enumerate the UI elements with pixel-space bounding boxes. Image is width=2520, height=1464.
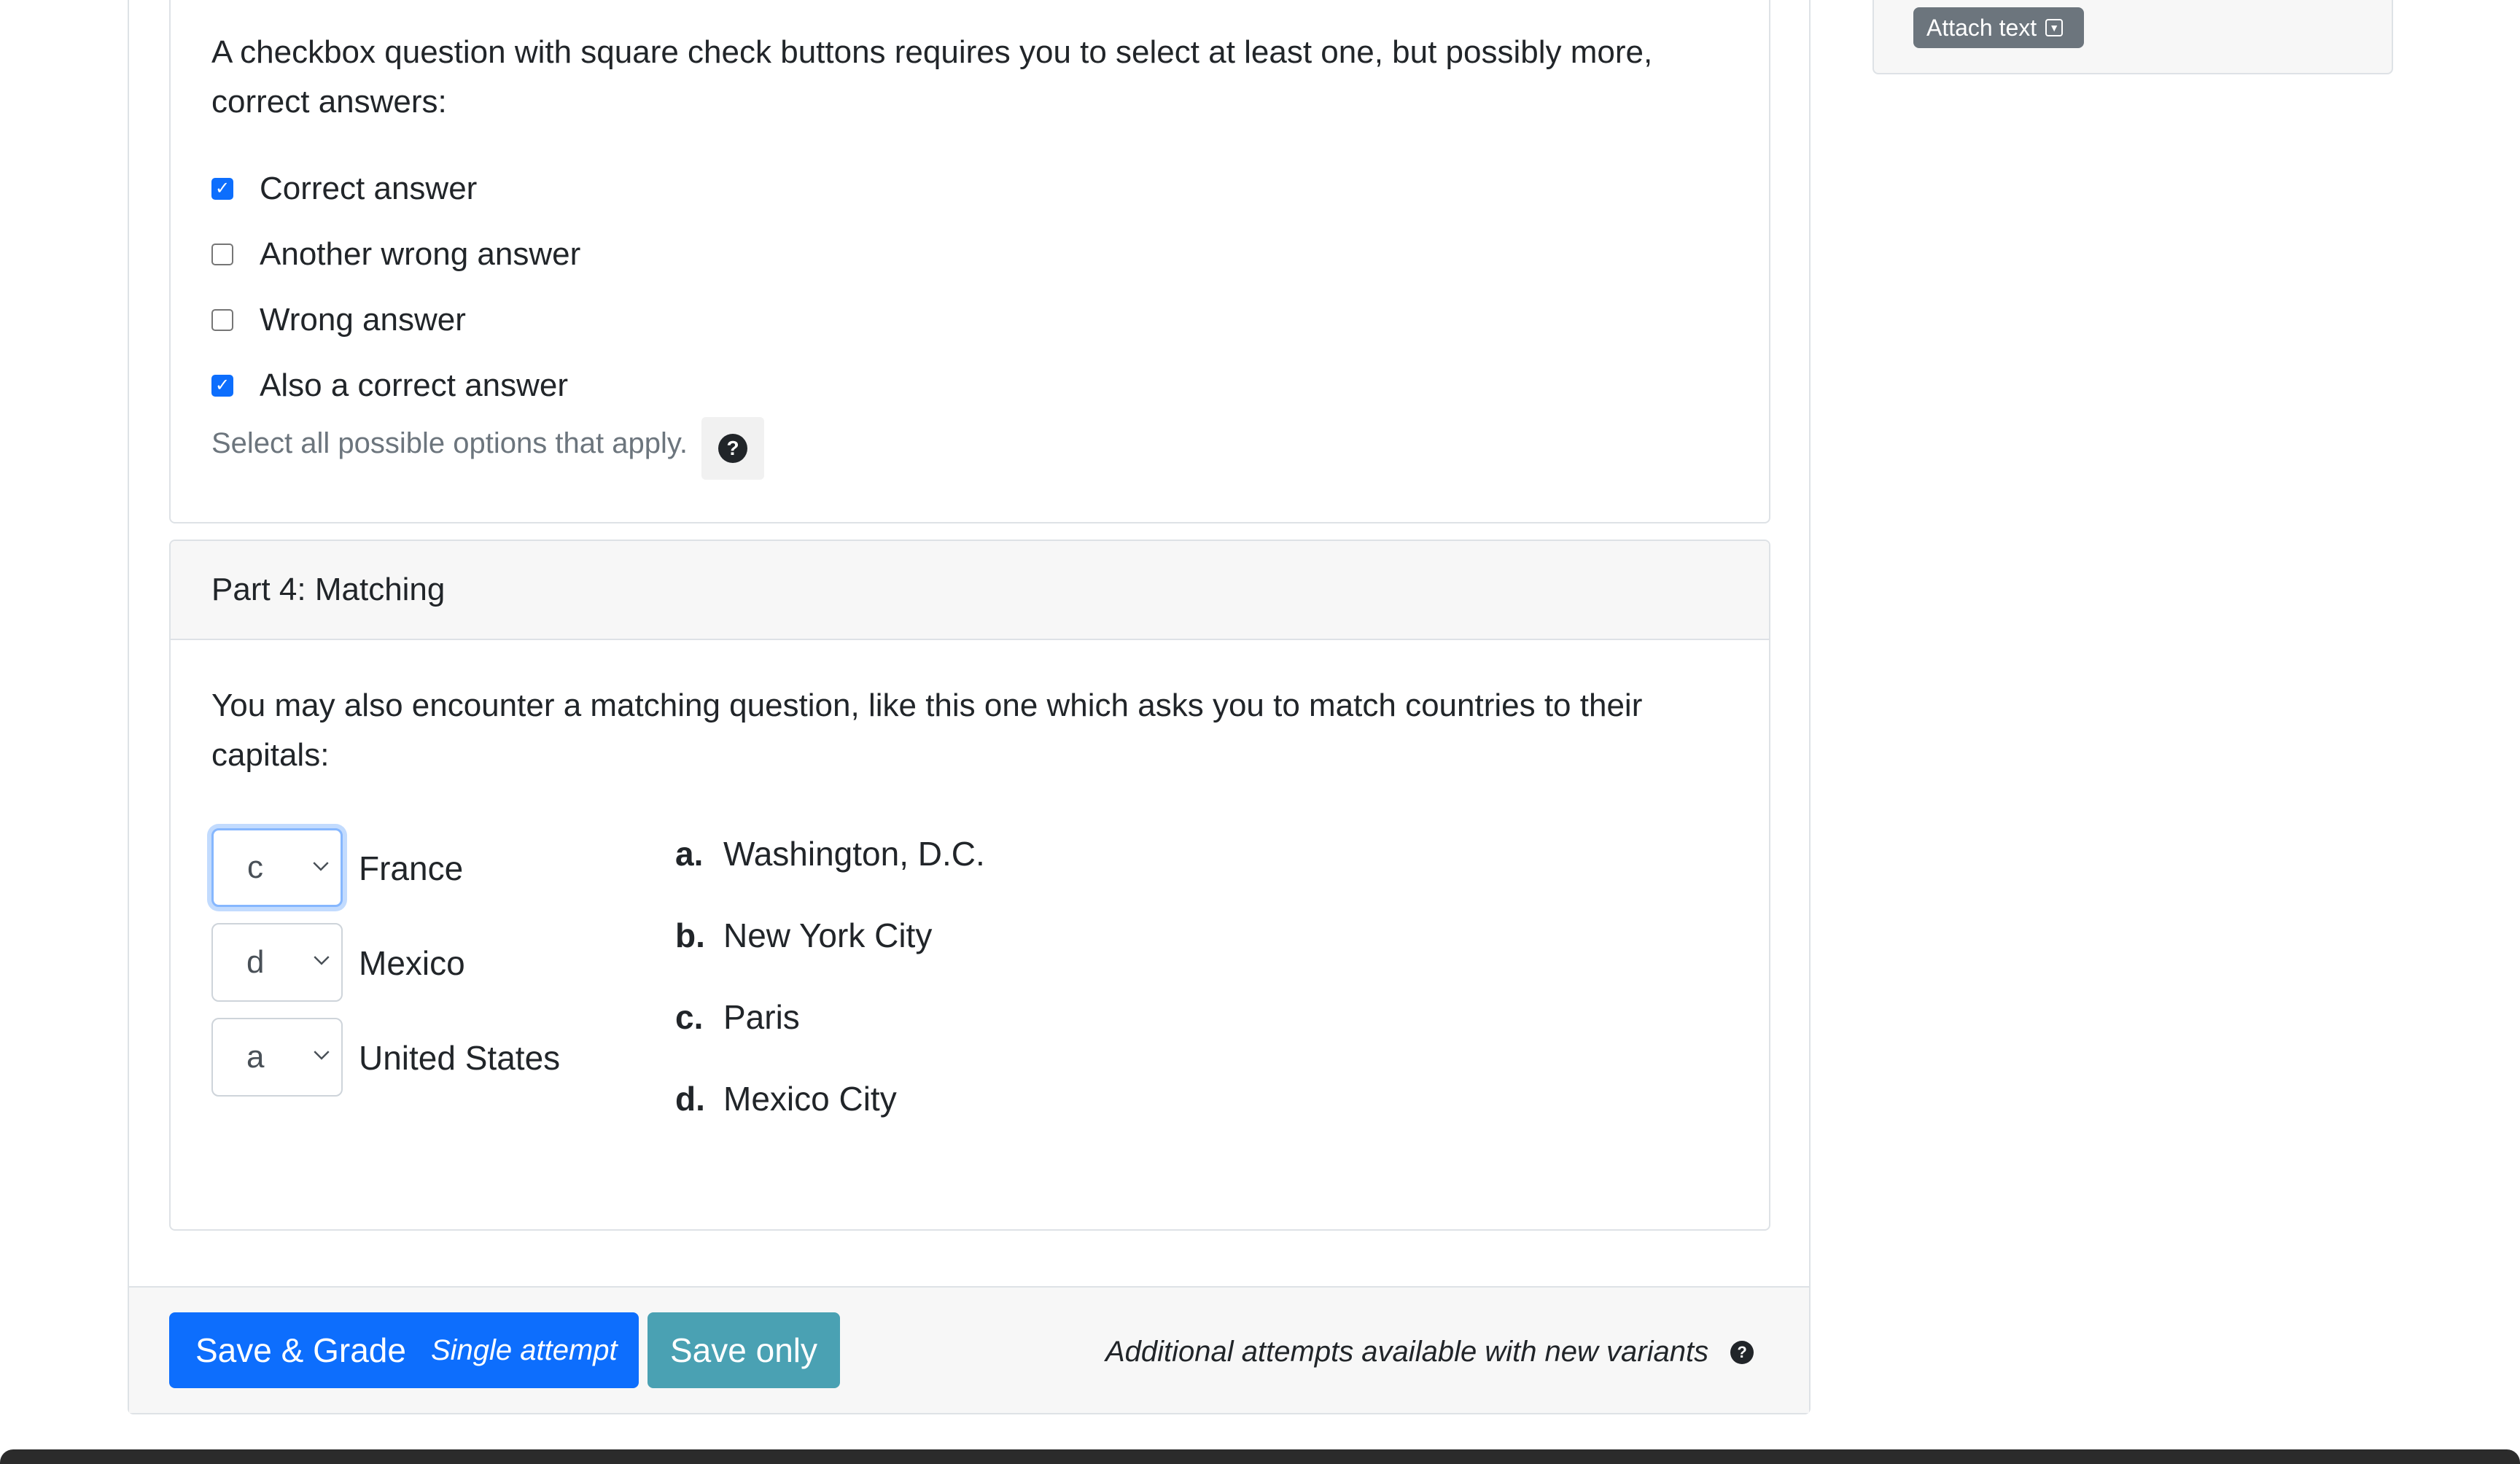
window-bottom-edge xyxy=(0,1449,2520,1464)
match-choice: c. Paris xyxy=(675,997,800,1037)
checkbox-unchecked[interactable] xyxy=(211,309,233,331)
checkbox-option-label: Wrong answer xyxy=(260,302,466,338)
checkbox-question-text: A checkbox question with square check bu… xyxy=(211,34,1653,120)
choice-text: Washington, D.C. xyxy=(723,835,985,873)
save-grade-sublabel: Single attempt xyxy=(430,1333,618,1366)
save-grade-label: Save & Grade xyxy=(195,1331,406,1369)
match-choice: b. New York City xyxy=(675,916,932,955)
checkbox-option-label: Also a correct answer xyxy=(260,367,569,403)
match-select-united-states[interactable]: a xyxy=(211,1018,343,1097)
question-circle-icon: ? xyxy=(718,434,747,463)
choice-text: New York City xyxy=(723,916,933,954)
help-button[interactable]: ? xyxy=(701,417,764,480)
save-only-button[interactable]: Save only xyxy=(648,1312,840,1388)
choice-key: a. xyxy=(675,835,704,873)
select-value: a xyxy=(246,1039,265,1075)
checkbox-checked[interactable] xyxy=(211,375,233,397)
match-choice: a. Washington, D.C. xyxy=(675,834,985,873)
part-title: Part 4: Matching xyxy=(171,541,1769,640)
select-value: d xyxy=(246,944,265,980)
checkbox-option-label: Correct answer xyxy=(260,171,478,206)
matching-question-text: You may also encounter a matching questi… xyxy=(211,688,1643,773)
checkbox-option[interactable]: Also a correct answer xyxy=(211,367,568,404)
match-select-mexico[interactable]: d xyxy=(211,923,343,1002)
checkbox-option-label: Another wrong answer xyxy=(260,236,581,272)
checkbox-checked[interactable] xyxy=(211,178,233,200)
attach-text-label: Attach text xyxy=(1926,14,2037,41)
attempts-info: Additional attempts available with new v… xyxy=(1105,1336,1754,1368)
country-label: United States xyxy=(359,1039,561,1077)
choice-text: Paris xyxy=(723,998,800,1036)
country-label: France xyxy=(359,849,464,887)
chevron-down-icon xyxy=(314,1051,330,1060)
checkbox-unchecked[interactable] xyxy=(211,244,233,265)
choice-key: b. xyxy=(675,916,705,954)
choice-key: c. xyxy=(675,998,704,1036)
checkbox-option[interactable]: Another wrong answer xyxy=(211,236,580,273)
match-choice: d. Mexico City xyxy=(675,1079,897,1118)
attempts-text: Additional attempts available with new v… xyxy=(1105,1336,1709,1368)
checkbox-option[interactable]: Correct answer xyxy=(211,171,477,207)
checkbox-help-text: Select all possible options that apply. xyxy=(211,427,688,459)
match-select-france[interactable]: c xyxy=(211,828,343,907)
attach-text-button[interactable]: Attach text ▼ xyxy=(1913,7,2084,48)
chevron-down-icon xyxy=(314,956,330,965)
question-circle-icon[interactable]: ? xyxy=(1730,1340,1754,1364)
checkbox-option[interactable]: Wrong answer xyxy=(211,302,466,338)
save-grade-button[interactable]: Save & Grade Single attempt xyxy=(169,1312,639,1388)
select-value: c xyxy=(247,849,263,885)
country-label: Mexico xyxy=(359,944,465,982)
choice-text: Mexico City xyxy=(723,1080,897,1118)
chevron-down-icon xyxy=(313,862,329,871)
caret-down-icon: ▼ xyxy=(2045,19,2064,36)
choice-key: d. xyxy=(675,1080,705,1118)
